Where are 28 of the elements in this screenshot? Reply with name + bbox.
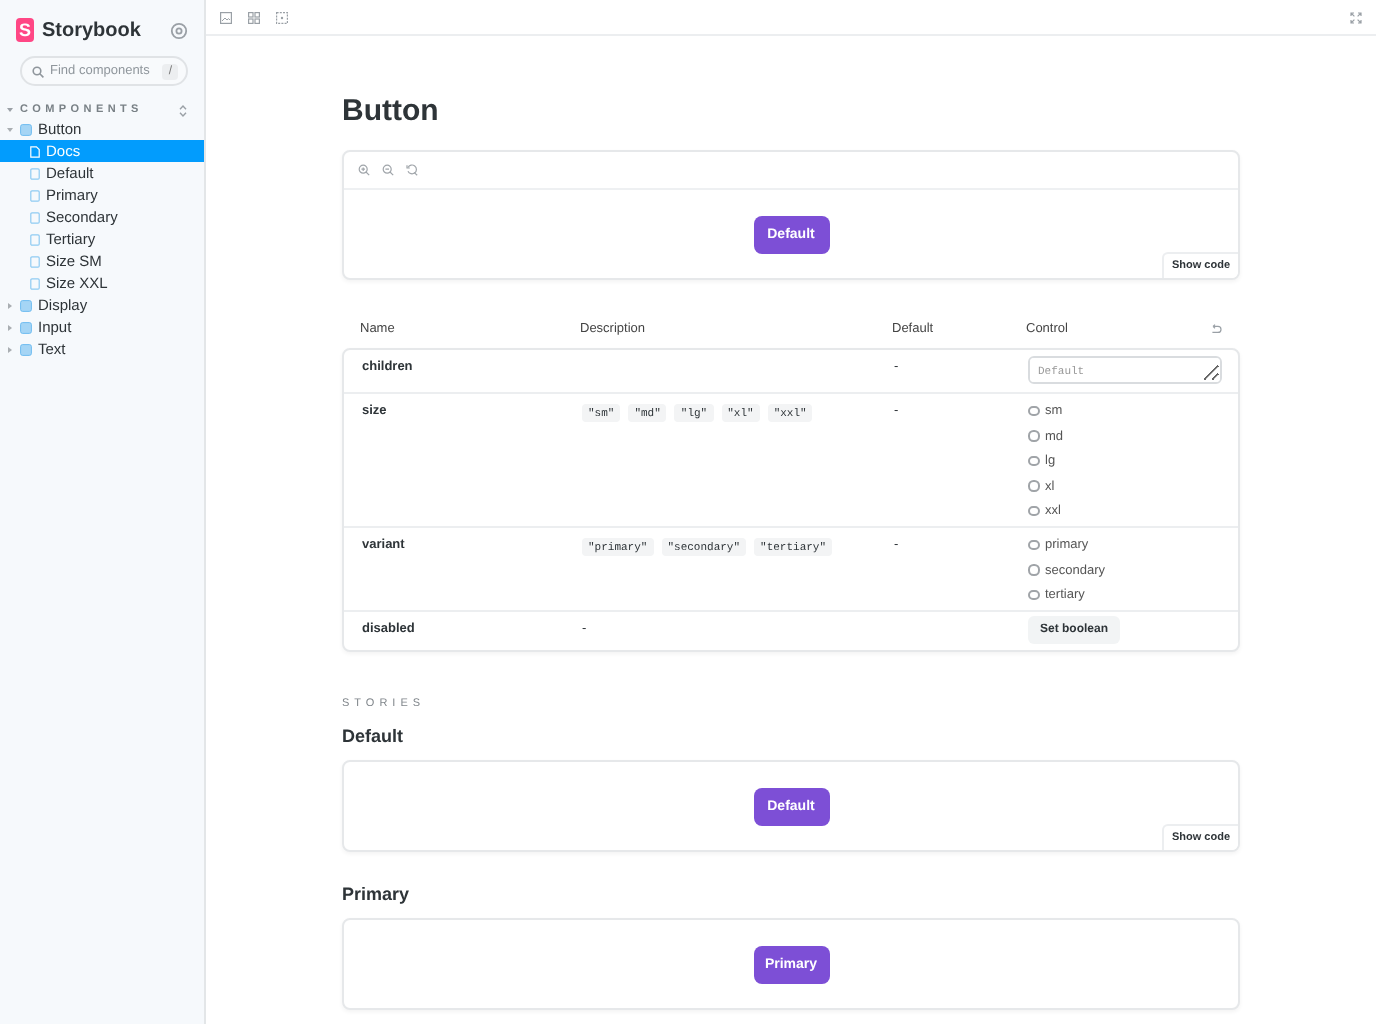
zoom-reset-icon[interactable] (406, 164, 418, 176)
story-title: Default (342, 724, 406, 748)
zoom-in-icon[interactable] (358, 164, 370, 176)
caret-down-icon (6, 125, 14, 133)
undo-icon[interactable] (1210, 323, 1222, 333)
image-icon[interactable] (220, 11, 232, 23)
collapse-icon[interactable] (6, 106, 14, 114)
radio-button[interactable] (1028, 564, 1039, 576)
page-title: Button (342, 92, 441, 132)
search-icon (32, 65, 44, 77)
grid-icon[interactable] (248, 11, 260, 23)
document-icon (30, 145, 40, 157)
radio-button[interactable] (1028, 539, 1039, 551)
logo-mark: S (16, 18, 34, 42)
settings-icon[interactable] (170, 21, 188, 39)
radio-button[interactable] (1028, 480, 1039, 492)
radio-button[interactable] (1028, 505, 1039, 517)
component-icon (20, 123, 32, 135)
story-title: Primary (342, 882, 412, 906)
expand-all-icon[interactable] (178, 103, 188, 117)
radio-button[interactable] (1028, 589, 1039, 601)
radio-button[interactable] (1028, 405, 1039, 417)
brand-name: Storybook (42, 19, 143, 41)
frame-icon[interactable] (276, 11, 288, 23)
radio-button[interactable] (1028, 455, 1039, 467)
fullscreen-icon[interactable] (1350, 11, 1362, 23)
radio-button[interactable] (1028, 430, 1039, 442)
zoom-out-icon[interactable] (382, 164, 394, 176)
